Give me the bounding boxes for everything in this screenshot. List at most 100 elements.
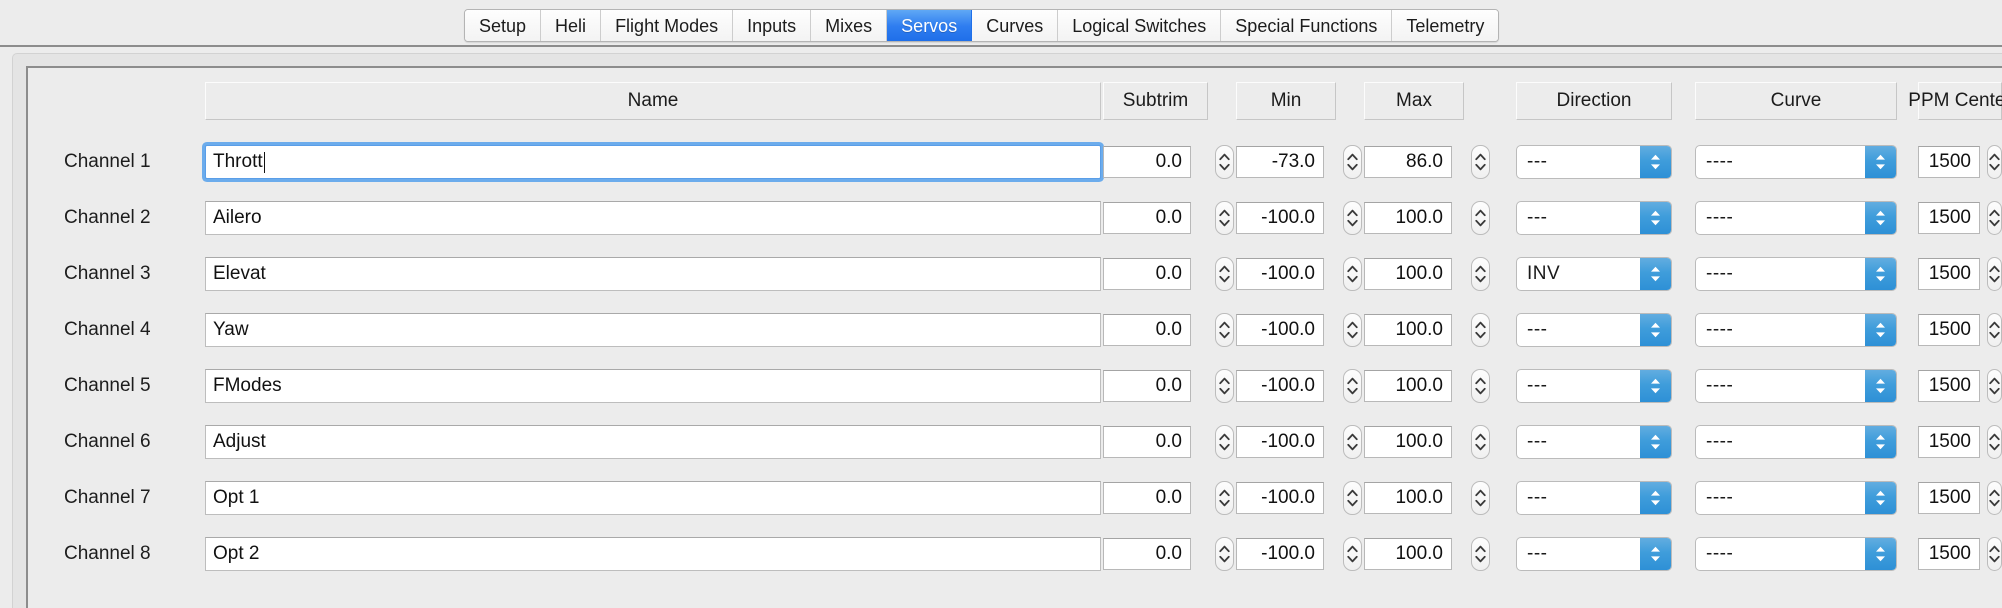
channel-name-input[interactable]: Opt 1 — [205, 481, 1101, 515]
subtrim-stepper[interactable] — [1215, 481, 1234, 515]
max-stepper[interactable] — [1471, 201, 1490, 235]
subtrim-stepper[interactable] — [1215, 201, 1234, 235]
tab-setup[interactable]: Setup — [465, 10, 542, 41]
chevron-updown-icon[interactable] — [1865, 370, 1896, 402]
max-input[interactable]: 86.0 — [1364, 146, 1452, 178]
chevron-updown-icon[interactable] — [1865, 482, 1896, 514]
max-input[interactable]: 100.0 — [1364, 426, 1452, 458]
min-stepper[interactable] — [1343, 425, 1362, 459]
chevron-updown-icon[interactable] — [1865, 202, 1896, 234]
min-input[interactable]: -100.0 — [1236, 314, 1324, 346]
ppm-center-stepper[interactable] — [1987, 369, 2002, 403]
chevron-updown-icon[interactable] — [1640, 538, 1671, 570]
curve-select[interactable]: ---- — [1695, 257, 1897, 291]
min-input[interactable]: -100.0 — [1236, 482, 1324, 514]
max-stepper[interactable] — [1471, 145, 1490, 179]
max-stepper[interactable] — [1471, 425, 1490, 459]
chevron-updown-icon[interactable] — [1865, 538, 1896, 570]
max-input[interactable]: 100.0 — [1364, 538, 1452, 570]
min-input[interactable]: -73.0 — [1236, 146, 1324, 178]
max-input[interactable]: 100.0 — [1364, 202, 1452, 234]
max-stepper[interactable] — [1471, 481, 1490, 515]
tab-mixes[interactable]: Mixes — [811, 10, 888, 41]
channel-name-input[interactable]: Thrott — [205, 145, 1101, 179]
subtrim-input[interactable]: 0.0 — [1103, 370, 1191, 402]
min-stepper[interactable] — [1343, 257, 1362, 291]
direction-select[interactable]: --- — [1516, 369, 1672, 403]
curve-select[interactable]: ---- — [1695, 369, 1897, 403]
chevron-updown-icon[interactable] — [1865, 314, 1896, 346]
tab-curves[interactable]: Curves — [972, 10, 1059, 41]
direction-select[interactable]: --- — [1516, 537, 1672, 571]
subtrim-stepper[interactable] — [1215, 425, 1234, 459]
min-stepper[interactable] — [1343, 369, 1362, 403]
channel-name-input[interactable]: FModes — [205, 369, 1101, 403]
ppm-center-stepper[interactable] — [1987, 481, 2002, 515]
chevron-updown-icon[interactable] — [1865, 426, 1896, 458]
min-input[interactable]: -100.0 — [1236, 538, 1324, 570]
chevron-updown-icon[interactable] — [1865, 258, 1896, 290]
tab-logical-switches[interactable]: Logical Switches — [1058, 10, 1222, 41]
channel-name-input[interactable]: Adjust — [205, 425, 1101, 459]
chevron-updown-icon[interactable] — [1865, 146, 1896, 178]
max-stepper[interactable] — [1471, 537, 1490, 571]
ppm-center-stepper[interactable] — [1987, 537, 2002, 571]
ppm-center-stepper[interactable] — [1987, 201, 2002, 235]
ppm-center-input[interactable]: 1500 — [1918, 258, 1980, 290]
subtrim-input[interactable]: 0.0 — [1103, 202, 1191, 234]
chevron-updown-icon[interactable] — [1640, 202, 1671, 234]
max-input[interactable]: 100.0 — [1364, 258, 1452, 290]
direction-select[interactable]: --- — [1516, 481, 1672, 515]
ppm-center-input[interactable]: 1500 — [1918, 370, 1980, 402]
ppm-center-stepper[interactable] — [1987, 257, 2002, 291]
chevron-updown-icon[interactable] — [1640, 370, 1671, 402]
chevron-updown-icon[interactable] — [1640, 314, 1671, 346]
max-input[interactable]: 100.0 — [1364, 370, 1452, 402]
subtrim-input[interactable]: 0.0 — [1103, 146, 1191, 178]
chevron-updown-icon[interactable] — [1640, 482, 1671, 514]
min-input[interactable]: -100.0 — [1236, 202, 1324, 234]
max-input[interactable]: 100.0 — [1364, 482, 1452, 514]
subtrim-stepper[interactable] — [1215, 257, 1234, 291]
curve-select[interactable]: ---- — [1695, 425, 1897, 459]
tab-servos[interactable]: Servos — [887, 10, 973, 41]
ppm-center-input[interactable]: 1500 — [1918, 426, 1980, 458]
direction-select[interactable]: INV — [1516, 257, 1672, 291]
max-stepper[interactable] — [1471, 257, 1490, 291]
subtrim-input[interactable]: 0.0 — [1103, 426, 1191, 458]
min-input[interactable]: -100.0 — [1236, 370, 1324, 402]
ppm-center-stepper[interactable] — [1987, 313, 2002, 347]
direction-select[interactable]: --- — [1516, 201, 1672, 235]
chevron-updown-icon[interactable] — [1640, 146, 1671, 178]
tab-inputs[interactable]: Inputs — [733, 10, 812, 41]
curve-select[interactable]: ---- — [1695, 145, 1897, 179]
chevron-updown-icon[interactable] — [1640, 426, 1671, 458]
tab-flight-modes[interactable]: Flight Modes — [601, 10, 734, 41]
min-stepper[interactable] — [1343, 313, 1362, 347]
subtrim-stepper[interactable] — [1215, 369, 1234, 403]
direction-select[interactable]: --- — [1516, 425, 1672, 459]
curve-select[interactable]: ---- — [1695, 537, 1897, 571]
min-stepper[interactable] — [1343, 537, 1362, 571]
curve-select[interactable]: ---- — [1695, 313, 1897, 347]
ppm-center-stepper[interactable] — [1987, 145, 2002, 179]
direction-select[interactable]: --- — [1516, 145, 1672, 179]
min-input[interactable]: -100.0 — [1236, 426, 1324, 458]
channel-name-input[interactable]: Elevat — [205, 257, 1101, 291]
direction-select[interactable]: --- — [1516, 313, 1672, 347]
curve-select[interactable]: ---- — [1695, 201, 1897, 235]
max-stepper[interactable] — [1471, 313, 1490, 347]
ppm-center-input[interactable]: 1500 — [1918, 314, 1980, 346]
channel-name-input[interactable]: Yaw — [205, 313, 1101, 347]
subtrim-input[interactable]: 0.0 — [1103, 538, 1191, 570]
ppm-center-stepper[interactable] — [1987, 425, 2002, 459]
curve-select[interactable]: ---- — [1695, 481, 1897, 515]
tab-heli[interactable]: Heli — [541, 10, 602, 41]
max-stepper[interactable] — [1471, 369, 1490, 403]
channel-name-input[interactable]: Opt 2 — [205, 537, 1101, 571]
min-input[interactable]: -100.0 — [1236, 258, 1324, 290]
ppm-center-input[interactable]: 1500 — [1918, 146, 1980, 178]
channel-name-input[interactable]: Ailero — [205, 201, 1101, 235]
subtrim-stepper[interactable] — [1215, 537, 1234, 571]
subtrim-stepper[interactable] — [1215, 145, 1234, 179]
